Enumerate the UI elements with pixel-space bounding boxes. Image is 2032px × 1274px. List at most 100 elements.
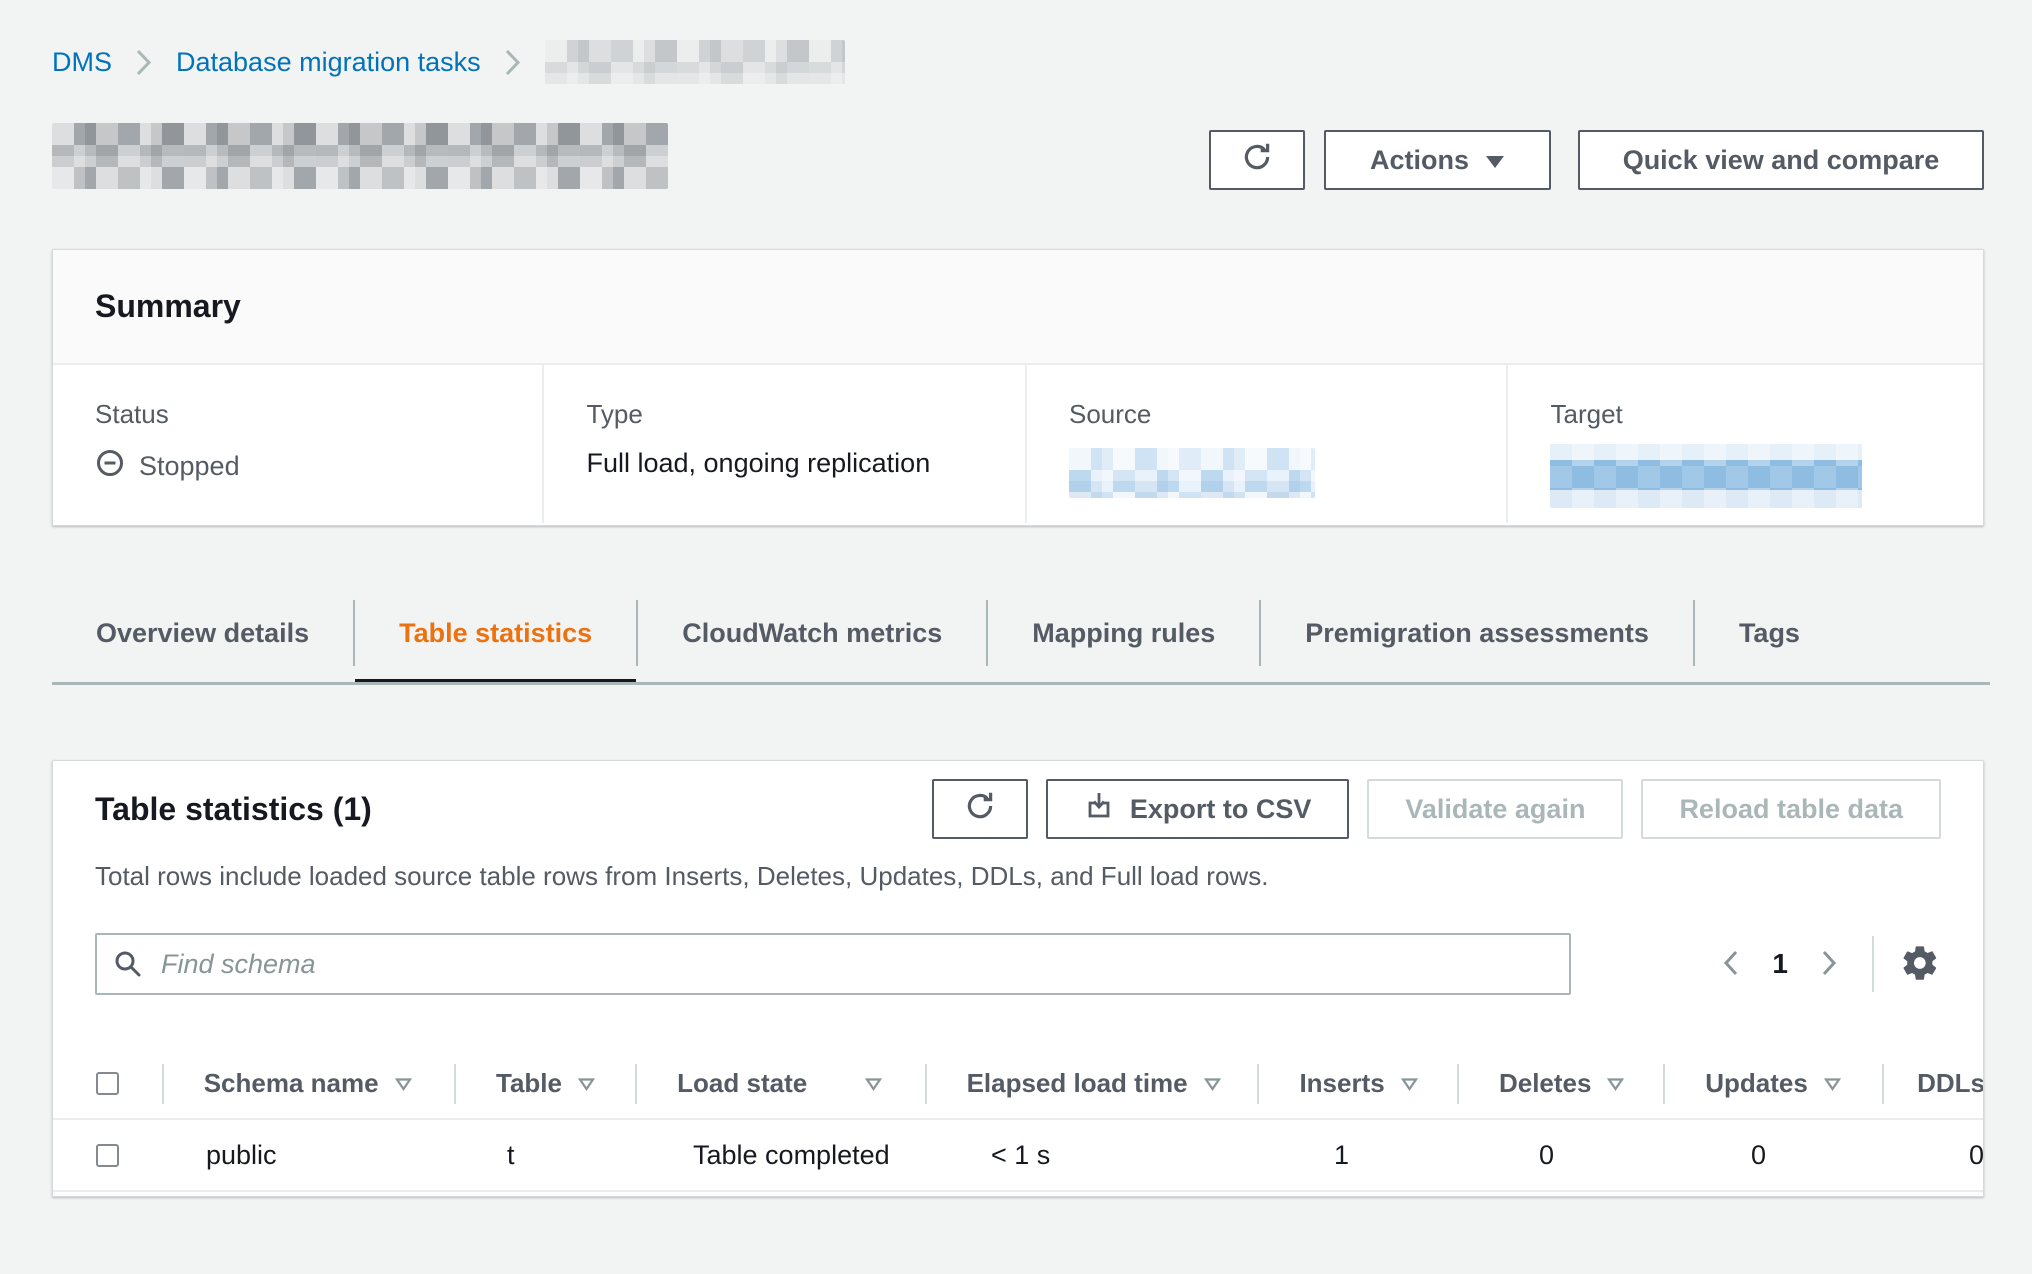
- breadcrumb-current-redacted: [545, 40, 845, 84]
- actions-button-label: Actions: [1370, 145, 1469, 176]
- cell-deletes: 0: [1497, 1120, 1709, 1190]
- summary-body: Status Stopped Type Full load, ongoing r…: [53, 365, 1983, 523]
- pagination-divider: [1872, 936, 1874, 992]
- column-label: DDLs: [1917, 1068, 1984, 1099]
- status-value: Stopped: [95, 448, 542, 485]
- breadcrumb-dms-link[interactable]: DMS: [52, 47, 112, 78]
- table-statistics-description: Total rows include loaded source table r…: [95, 861, 1268, 892]
- column-header-deletes[interactable]: Deletes: [1457, 1049, 1663, 1118]
- sort-icon: [1204, 1077, 1221, 1091]
- table-statistics-actions: Export to CSV Validate again Reload tabl…: [932, 779, 1941, 839]
- cell-elapsed-load-time: < 1 s: [949, 1120, 1292, 1190]
- column-header-ddls[interactable]: DDLs: [1882, 1049, 1984, 1118]
- select-all-checkbox[interactable]: [96, 1072, 119, 1095]
- target-link-redacted[interactable]: [1550, 444, 1862, 508]
- actions-button[interactable]: Actions: [1324, 130, 1551, 190]
- source-link-redacted[interactable]: [1069, 448, 1315, 498]
- tab-label: CloudWatch metrics: [682, 618, 942, 649]
- cell-ddls: 0: [1934, 1120, 1984, 1190]
- target-label: Target: [1550, 399, 1983, 430]
- export-csv-label: Export to CSV: [1130, 794, 1312, 825]
- quick-view-compare-button[interactable]: Quick view and compare: [1578, 130, 1984, 190]
- cell-load-state: Table completed: [651, 1120, 949, 1190]
- select-all-cell: [53, 1049, 162, 1118]
- table-statistics-panel: Table statistics (1) Export to CSV Valid…: [52, 760, 1984, 1197]
- breadcrumb-chevron-icon: [136, 49, 152, 76]
- sort-icon: [1824, 1077, 1841, 1091]
- tabs-underline: [52, 682, 1990, 685]
- column-label: Deletes: [1499, 1068, 1592, 1099]
- column-header-schema-name[interactable]: Schema name: [162, 1049, 454, 1118]
- tab-overview-details[interactable]: Overview details: [52, 600, 353, 666]
- tab-label: Premigration assessments: [1305, 618, 1649, 649]
- chevron-right-icon: [1818, 947, 1840, 982]
- tab-label: Mapping rules: [1032, 618, 1215, 649]
- table-controls-row: 1: [95, 933, 1940, 995]
- summary-target-field: Target: [1506, 365, 1983, 523]
- column-label: Inserts: [1299, 1068, 1384, 1099]
- reload-table-data-button[interactable]: Reload table data: [1641, 779, 1941, 839]
- tab-mapping-rules[interactable]: Mapping rules: [986, 600, 1259, 666]
- sort-icon: [1401, 1077, 1418, 1091]
- pagination: 1: [1714, 936, 1940, 992]
- table-header-row: Schema name Table Load state Elapsed loa…: [53, 1049, 1984, 1120]
- tab-tags[interactable]: Tags: [1693, 600, 1844, 666]
- breadcrumb: DMS Database migration tasks: [52, 40, 845, 84]
- schema-search: [95, 933, 1571, 995]
- tab-label: Table statistics: [399, 618, 592, 649]
- column-label: Elapsed load time: [967, 1068, 1188, 1099]
- cell-table: t: [465, 1120, 651, 1190]
- column-header-inserts[interactable]: Inserts: [1257, 1049, 1457, 1118]
- tab-premigration-assessments[interactable]: Premigration assessments: [1259, 600, 1693, 666]
- column-header-table[interactable]: Table: [454, 1049, 635, 1118]
- find-schema-input[interactable]: [95, 933, 1571, 995]
- table-settings-button[interactable]: [1900, 943, 1940, 986]
- column-label: Schema name: [204, 1068, 379, 1099]
- refresh-button[interactable]: [1209, 130, 1305, 190]
- column-label: Load state: [677, 1068, 807, 1099]
- sort-icon: [578, 1077, 595, 1091]
- stopped-circle-icon: [95, 448, 125, 485]
- next-page-button[interactable]: [1812, 947, 1846, 982]
- column-header-updates[interactable]: Updates: [1663, 1049, 1882, 1118]
- table-statistics-header: Table statistics (1) Export to CSV Valid…: [95, 779, 1941, 839]
- sort-icon: [1607, 1077, 1624, 1091]
- quick-view-compare-label: Quick view and compare: [1623, 145, 1940, 176]
- sort-icon: [395, 1077, 412, 1091]
- column-header-load-state[interactable]: Load state: [635, 1049, 924, 1118]
- export-csv-button[interactable]: Export to CSV: [1046, 779, 1350, 839]
- table-refresh-button[interactable]: [932, 779, 1028, 839]
- cell-updates: 0: [1709, 1120, 1934, 1190]
- tab-cloudwatch-metrics[interactable]: CloudWatch metrics: [636, 600, 986, 666]
- chevron-left-icon: [1720, 947, 1742, 982]
- refresh-icon: [963, 789, 997, 830]
- breadcrumb-tasks-link[interactable]: Database migration tasks: [176, 47, 481, 78]
- status-text: Stopped: [139, 451, 240, 482]
- previous-page-button[interactable]: [1714, 947, 1748, 982]
- caret-down-icon: [1485, 145, 1505, 176]
- tab-label: Overview details: [96, 618, 309, 649]
- sort-icon: [865, 1077, 882, 1091]
- column-label: Table: [496, 1068, 562, 1099]
- type-label: Type: [586, 399, 1025, 430]
- summary-source-field: Source: [1025, 365, 1507, 523]
- row-checkbox[interactable]: [96, 1144, 119, 1167]
- column-header-elapsed-load-time[interactable]: Elapsed load time: [925, 1049, 1258, 1118]
- summary-title: Summary: [95, 288, 241, 325]
- tab-table-statistics[interactable]: Table statistics: [353, 600, 636, 666]
- task-tabs: Overview details Table statistics CloudW…: [52, 600, 1990, 666]
- summary-status-field: Status Stopped: [53, 365, 542, 523]
- column-label: Updates: [1705, 1068, 1808, 1099]
- table-row: public t Table completed < 1 s 1 0 0 0: [53, 1120, 1984, 1192]
- validate-again-button[interactable]: Validate again: [1367, 779, 1623, 839]
- page-number[interactable]: 1: [1748, 948, 1812, 980]
- status-label: Status: [95, 399, 542, 430]
- summary-panel: Summary Status Stopped Type Full load, o…: [52, 249, 1984, 526]
- source-label: Source: [1069, 399, 1507, 430]
- breadcrumb-chevron-icon: [505, 49, 521, 76]
- tab-label: Tags: [1739, 618, 1800, 649]
- reload-table-data-label: Reload table data: [1679, 794, 1903, 825]
- table-statistics-title: Table statistics (1): [95, 791, 372, 828]
- row-select-cell: [53, 1120, 164, 1190]
- cell-inserts: 1: [1292, 1120, 1497, 1190]
